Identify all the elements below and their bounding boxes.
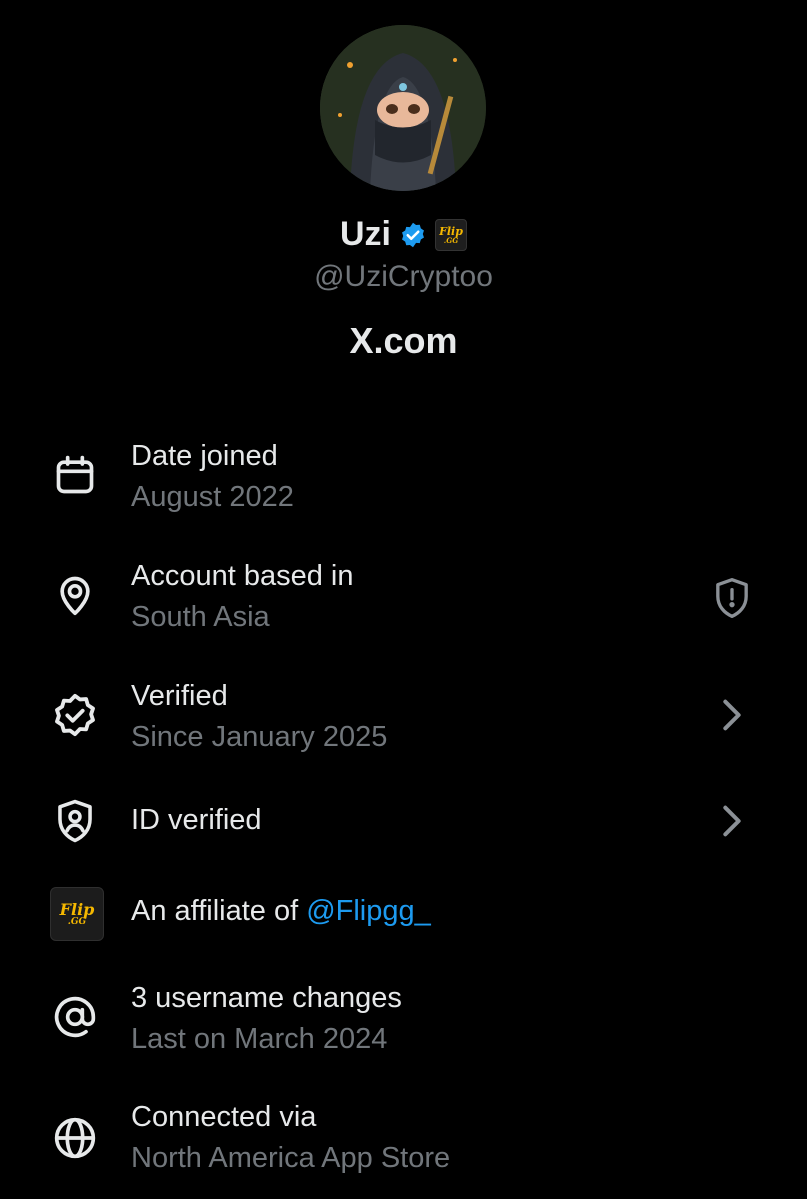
connected-via-title: Connected via xyxy=(131,1101,317,1133)
date-joined-title: Date joined xyxy=(131,440,278,472)
flip-icon-text: Flip xyxy=(59,899,95,919)
username-changes-value: Last on March 2024 xyxy=(131,1023,388,1055)
affiliate-prefix: An affiliate of xyxy=(131,895,307,927)
chevron-right-icon[interactable] xyxy=(709,692,755,738)
affiliate-badge-text: Flip xyxy=(439,224,463,238)
profile-handle: @UziCryptoo xyxy=(314,260,493,293)
at-sign-icon xyxy=(52,994,98,1040)
flip-affiliate-icon[interactable]: Flip .GG xyxy=(50,887,104,941)
avatar-image xyxy=(320,25,486,191)
affiliate-badge-icon[interactable]: Flip .GG xyxy=(435,218,467,251)
account-based-title: Account based in xyxy=(131,560,354,592)
globe-icon xyxy=(52,1115,98,1161)
verified-title: Verified xyxy=(131,680,228,712)
id-verified-title: ID verified xyxy=(131,804,262,836)
verified-check-icon[interactable] xyxy=(399,221,427,249)
location-pin-icon xyxy=(52,572,98,618)
username-changes-title: 3 username changes xyxy=(131,982,402,1014)
shield-alert-icon[interactable] xyxy=(709,575,755,621)
id-shield-icon xyxy=(52,798,98,844)
flip-icon-sub: .GG xyxy=(67,916,87,927)
profile-avatar[interactable] xyxy=(320,25,486,191)
display-name: Uzi xyxy=(340,215,391,253)
affiliate-badge-sub: .GG xyxy=(443,235,459,245)
profile-name-row: Uzi Flip .GG xyxy=(0,215,807,254)
affiliate-link[interactable]: @Flipgg_ xyxy=(306,895,431,927)
site-label: X.com xyxy=(349,320,458,361)
verified-badge-outline-icon xyxy=(52,692,98,738)
date-joined-value: August 2022 xyxy=(131,481,294,513)
account-based-value: South Asia xyxy=(131,601,270,633)
chevron-right-icon[interactable] xyxy=(709,798,755,844)
verified-value: Since January 2025 xyxy=(131,721,388,753)
calendar-icon xyxy=(52,452,98,498)
affiliate-text: An affiliate of @Flipgg_ xyxy=(131,895,431,928)
connected-via-value: North America App Store xyxy=(131,1142,451,1174)
